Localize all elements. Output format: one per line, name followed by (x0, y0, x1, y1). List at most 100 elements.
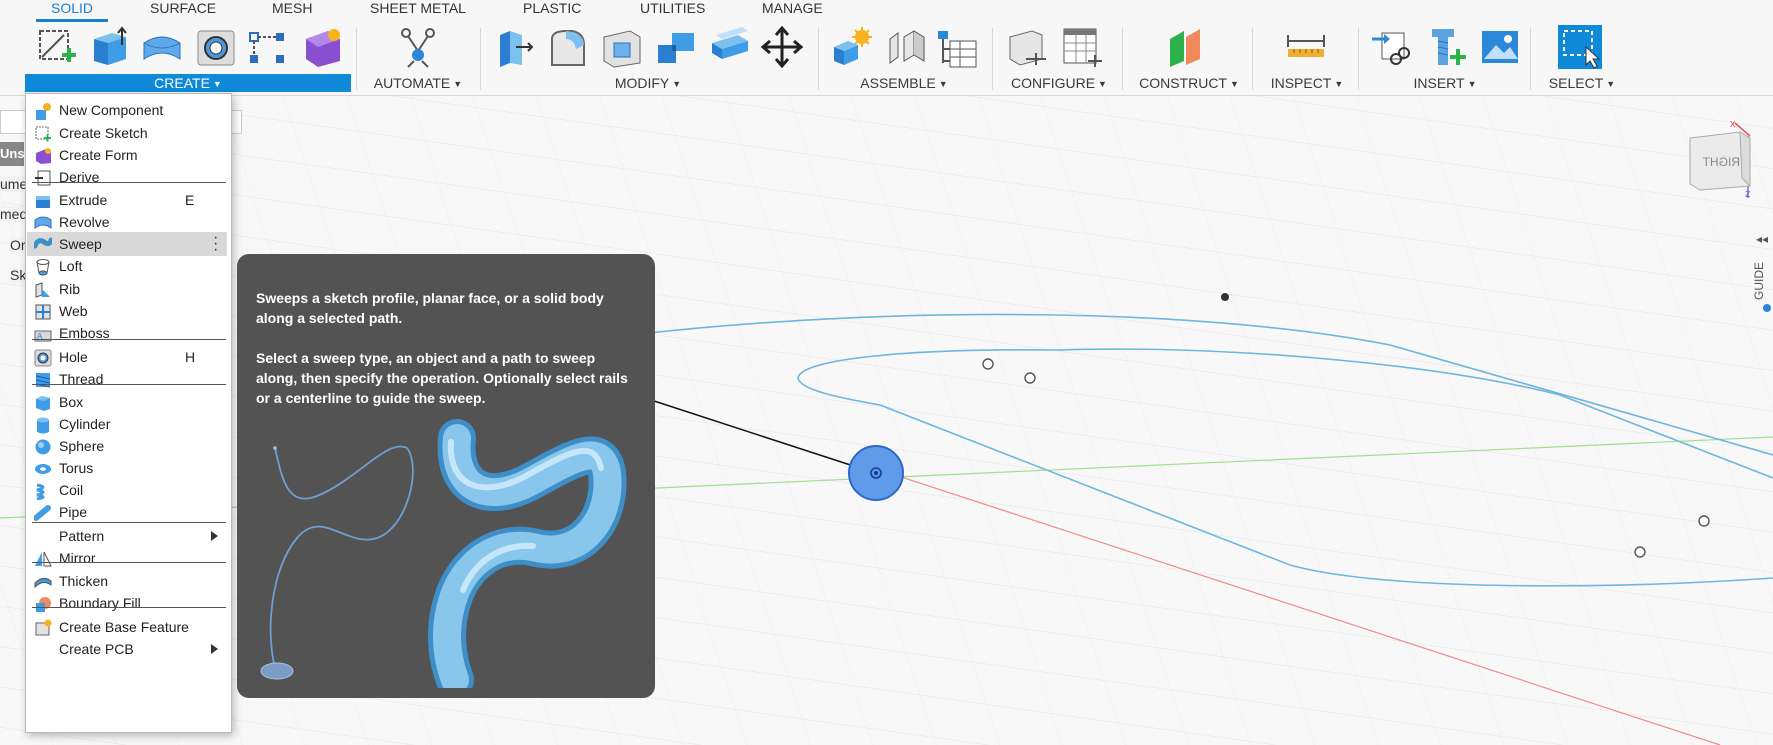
menu-item-create-sketch[interactable]: Create Sketch (27, 121, 227, 145)
browser-item-fragment[interactable]: ume (0, 176, 28, 192)
sphere-icon (34, 438, 52, 456)
collapse-panel-icon[interactable]: ◂◂ (1756, 232, 1768, 246)
svg-text:z: z (1745, 188, 1751, 198)
menu-item-hole[interactable]: Hole H (27, 345, 227, 369)
tab-manage[interactable]: MANAGE (762, 0, 823, 22)
more-options-icon[interactable]: · · · (213, 230, 219, 258)
menu-item-sweep[interactable]: Sweep · · · (27, 230, 227, 258)
tab-solid[interactable]: SOLID (36, 0, 108, 22)
configure-tool-icon[interactable] (1006, 25, 1050, 69)
menu-item-create-form[interactable]: Create Form (27, 143, 227, 167)
menu-item-label: Revolve (59, 214, 110, 230)
sketch-point[interactable] (1024, 372, 1036, 384)
browser-item-fragment[interactable]: Sk (10, 267, 27, 283)
select-menu-button[interactable]: SELECT ▼ (1542, 74, 1622, 92)
browser-item-fragment[interactable]: med (0, 206, 28, 222)
menu-item-emboss[interactable]: A Emboss (27, 321, 227, 345)
new-component-icon (34, 102, 52, 120)
menu-item-create-base-feature[interactable]: Create Base Feature (27, 615, 227, 639)
hole-tool-icon[interactable] (194, 25, 238, 69)
insert-mcmaster-tool-icon[interactable] (1424, 25, 1468, 69)
automate-tool-icon[interactable] (396, 25, 440, 69)
menu-item-label: Create Sketch (59, 125, 148, 141)
menu-item-label: Sphere (59, 438, 105, 454)
menu-item-label: New Component (59, 102, 164, 118)
menu-item-thicken[interactable]: Thicken (27, 569, 227, 593)
menu-item-label: Pattern (59, 528, 105, 544)
revolve-icon (34, 214, 52, 232)
menu-item-web[interactable]: Web (27, 299, 227, 323)
pattern-tool-icon[interactable] (246, 25, 290, 69)
create-sketch-tool-icon[interactable] (36, 25, 80, 69)
inspect-menu-button[interactable]: INSPECT ▼ (1262, 74, 1352, 92)
fillet-tool-icon[interactable] (546, 25, 590, 69)
menu-item-coil[interactable]: Coil (27, 478, 227, 502)
tooltip-instructions: Select a sweep type, an object and a pat… (256, 350, 628, 406)
modify-menu-button[interactable]: MODIFY ▼ (598, 74, 698, 92)
menu-item-mirror[interactable]: Mirror (27, 546, 227, 570)
sketch-point[interactable] (1698, 515, 1710, 527)
move-copy-tool-icon[interactable] (760, 25, 804, 69)
tab-utilities[interactable]: UTILITIES (640, 0, 705, 22)
menu-item-label: Coil (59, 482, 84, 498)
browser-item-fragment[interactable]: Or (10, 237, 26, 253)
configure-menu-button[interactable]: CONFIGURE ▼ (1004, 74, 1114, 92)
status-dot (1763, 304, 1771, 312)
menu-item-label: Boundary Fill (59, 595, 141, 611)
offset-plane-tool-icon[interactable] (1166, 25, 1210, 69)
combine-tool-icon[interactable] (654, 25, 698, 69)
menu-item-torus[interactable]: Torus (27, 456, 227, 480)
insert-derive-tool-icon[interactable] (1370, 25, 1414, 69)
submenu-arrow-icon (211, 644, 218, 654)
view-cube[interactable]: x z RIGHT (1680, 118, 1773, 200)
guide-label: GUIDE (1752, 261, 1766, 300)
offset-face-tool-icon[interactable] (708, 25, 752, 69)
menu-item-pipe[interactable]: Pipe (27, 500, 227, 524)
sketch-point[interactable] (1221, 293, 1229, 301)
menu-item-label: Create Base Feature (59, 619, 189, 635)
shell-tool-icon[interactable] (600, 25, 644, 69)
menu-item-sphere[interactable]: Sphere (27, 434, 227, 458)
shortcut-key: E (185, 192, 195, 208)
menu-item-boundary-fill[interactable]: Boundary Fill (27, 591, 227, 615)
extrude-tool-icon[interactable] (88, 25, 132, 69)
tab-plastic[interactable]: PLASTIC (523, 0, 581, 22)
new-component-tool-icon[interactable] (830, 25, 874, 69)
insert-menu-button[interactable]: INSERT ▼ (1400, 74, 1490, 92)
tooltip-summary: Sweeps a sketch profile, planar face, or… (256, 290, 604, 326)
tab-sheet-metal[interactable]: SHEET METAL (370, 0, 466, 22)
create-menu-button[interactable]: CREATE ▼ (25, 74, 351, 92)
select-tool-icon[interactable] (1558, 25, 1602, 69)
press-pull-tool-icon[interactable] (492, 25, 536, 69)
menu-item-thread[interactable]: Thread (27, 367, 227, 391)
hole-icon (34, 349, 52, 367)
joint-tool-icon[interactable] (884, 25, 928, 69)
menu-item-box[interactable]: Box (27, 390, 227, 414)
menu-item-revolve[interactable]: Revolve (27, 210, 227, 234)
menu-item-new-component[interactable]: New Component (27, 98, 227, 122)
construct-menu-button[interactable]: CONSTRUCT ▼ (1134, 74, 1244, 92)
assemble-menu-button[interactable]: ASSEMBLE ▼ (850, 74, 958, 92)
menu-item-pattern[interactable]: Pattern (27, 524, 227, 548)
revolve-tool-icon[interactable] (140, 25, 184, 69)
guide-panel-tab[interactable]: GUIDE (1752, 262, 1766, 300)
sweep-illustration (260, 419, 627, 688)
menu-item-derive[interactable]: Derive (27, 165, 227, 189)
menu-item-extrude[interactable]: Extrude E (27, 188, 227, 212)
tab-mesh[interactable]: MESH (272, 0, 312, 22)
create-sketch-icon (34, 125, 52, 143)
insert-canvas-tool-icon[interactable] (1478, 25, 1522, 69)
measure-tool-icon[interactable] (1284, 25, 1328, 69)
shortcut-key: H (185, 349, 196, 365)
sketch-point[interactable] (1634, 546, 1646, 558)
configure-table-tool-icon[interactable] (1060, 25, 1104, 69)
create-form-tool-icon[interactable] (300, 25, 344, 69)
bill-of-materials-tool-icon[interactable] (936, 25, 980, 69)
menu-item-cylinder[interactable]: Cylinder (27, 412, 227, 436)
automate-menu-button[interactable]: AUTOMATE ▼ (372, 74, 464, 92)
menu-item-create-pcb[interactable]: Create PCB (27, 637, 227, 661)
sketch-point[interactable] (982, 358, 994, 370)
tab-surface[interactable]: SURFACE (150, 0, 216, 22)
menu-item-rib[interactable]: Rib (27, 277, 227, 301)
menu-item-loft[interactable]: Loft (27, 254, 227, 278)
